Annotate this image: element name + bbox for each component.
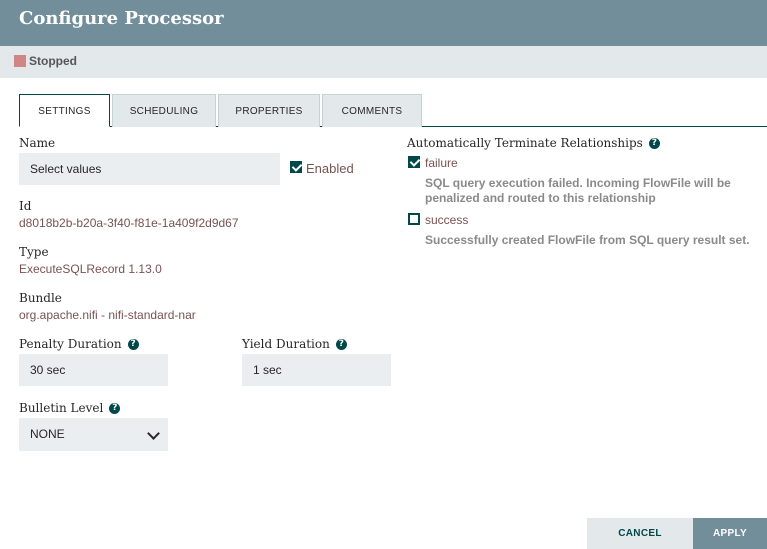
tab-scheduling[interactable]: SCHEDULING <box>112 94 216 127</box>
penalty-duration-label: Penalty Duration? <box>19 337 139 351</box>
bulletin-level-value: NONE <box>30 427 65 441</box>
type-value: ExecuteSQLRecord 1.13.0 <box>19 262 162 276</box>
tab-comments[interactable]: COMMENTS <box>322 94 422 127</box>
chevron-down-icon <box>147 427 160 440</box>
bundle-value: org.apache.nifi - nifi-standard-nar <box>19 308 196 322</box>
bundle-label: Bundle <box>19 291 62 305</box>
cancel-button[interactable]: CANCEL <box>587 518 693 549</box>
penalty-duration-label-text: Penalty Duration <box>19 337 122 351</box>
name-label: Name <box>19 136 56 150</box>
tab-settings[interactable]: SETTINGS <box>19 94 110 127</box>
dialog-title: Configure Processor <box>19 8 224 29</box>
bulletin-level-select[interactable]: NONE <box>19 418 168 451</box>
question-circle-icon[interactable]: ? <box>648 138 660 149</box>
relationship-desc-success: Successfully created FlowFile from SQL q… <box>425 233 750 247</box>
relationship-name-success: success <box>425 213 469 227</box>
question-circle-icon[interactable]: ? <box>109 403 121 414</box>
relationships-title: Automatically Terminate Relationships? <box>407 136 660 150</box>
penalty-duration-input[interactable]: 30 sec <box>19 354 168 386</box>
yield-duration-label-text: Yield Duration <box>242 337 330 351</box>
id-value: d8018b2b-b20a-3f40-f81e-1a409f2d9d67 <box>19 216 239 230</box>
failure-checkbox[interactable] <box>408 156 420 168</box>
bulletin-level-label-text: Bulletin Level <box>19 401 104 415</box>
stopped-square-icon <box>14 55 26 67</box>
relationship-desc-failure: SQL query execution failed. Incoming Flo… <box>425 176 731 205</box>
tab-bar: SETTINGS SCHEDULING PROPERTIES COMMENTS <box>0 94 767 127</box>
apply-button[interactable]: APPLY <box>693 518 767 549</box>
yield-duration-input[interactable]: 1 sec <box>242 354 391 386</box>
status-text: Stopped <box>29 54 77 68</box>
relationship-name-failure: failure <box>425 156 458 170</box>
type-label: Type <box>19 245 49 259</box>
name-input[interactable]: Select values <box>19 153 280 185</box>
status-bar: Stopped <box>0 46 767 78</box>
success-checkbox[interactable] <box>408 213 420 225</box>
relationships-title-text: Automatically Terminate Relationships <box>407 136 643 150</box>
tab-properties[interactable]: PROPERTIES <box>218 94 320 127</box>
id-label: Id <box>19 199 32 213</box>
question-circle-icon[interactable]: ? <box>127 339 139 350</box>
question-circle-icon[interactable]: ? <box>335 339 347 350</box>
bulletin-level-label: Bulletin Level? <box>19 401 121 415</box>
enabled-checkbox[interactable] <box>290 161 302 173</box>
yield-duration-label: Yield Duration? <box>242 337 347 351</box>
enabled-label: Enabled <box>306 161 354 176</box>
dialog-header: Configure Processor <box>0 0 767 46</box>
